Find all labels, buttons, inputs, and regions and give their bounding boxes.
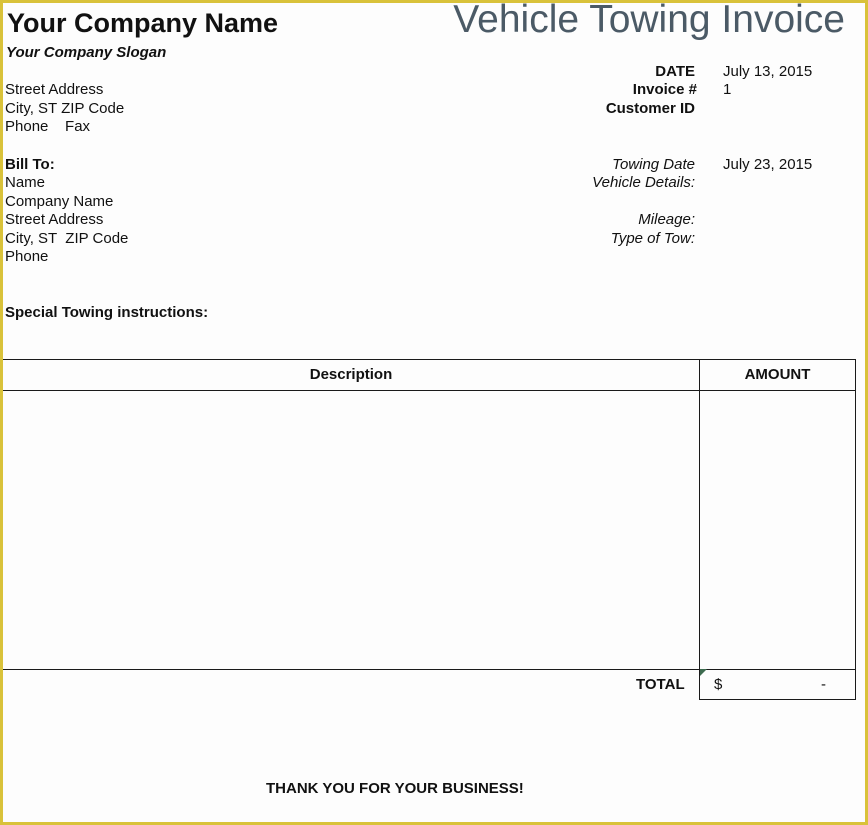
- date-value: July 13, 2015: [723, 63, 813, 80]
- invoice-number-label: Invoice #: [632, 81, 697, 98]
- bill-to-street: Street Address: [5, 211, 104, 228]
- total-bottom-border: [699, 699, 856, 700]
- type-of-tow-label: Type of Tow:: [610, 230, 695, 247]
- company-phone-fax: Phone Fax: [5, 118, 91, 135]
- description-header: Description: [309, 366, 393, 383]
- invoice-page: Your Company Name Your Company Slogan Ve…: [3, 0, 865, 822]
- company-street: Street Address: [5, 81, 104, 98]
- invoice-title: Vehicle Towing Invoice: [453, 0, 845, 41]
- invoice-number-value: 1: [723, 81, 732, 98]
- bill-to-city: City, ST ZIP Code: [5, 230, 129, 247]
- date-label: DATE: [655, 63, 695, 80]
- bill-to-company: Company Name: [5, 193, 114, 210]
- bill-to-name: Name: [5, 174, 46, 191]
- description-cell[interactable]: [3, 391, 699, 669]
- thank-you-message: THANK YOU FOR YOUR BUSINESS!: [266, 780, 524, 797]
- table-top-border: [3, 359, 855, 360]
- customer-id-label: Customer ID: [605, 100, 695, 117]
- total-value[interactable]: -: [821, 676, 826, 693]
- bill-to-phone: Phone: [5, 248, 49, 265]
- vehicle-details-label: Vehicle Details:: [592, 174, 695, 191]
- company-city: City, ST ZIP Code: [5, 100, 125, 117]
- table-bottom-border: [3, 669, 856, 670]
- company-slogan: Your Company Slogan: [6, 44, 167, 61]
- company-name: Your Company Name: [7, 8, 279, 38]
- amount-header: AMOUNT: [744, 366, 811, 383]
- towing-date-label: Towing Date: [612, 156, 695, 173]
- table-right-border: [855, 359, 856, 700]
- cell-comment-indicator-icon: [700, 669, 707, 676]
- special-instructions-label: Special Towing instructions:: [5, 304, 209, 321]
- mileage-label: Mileage:: [638, 211, 695, 228]
- total-label: TOTAL: [636, 676, 685, 693]
- total-currency: $: [714, 676, 723, 693]
- amount-cell[interactable]: [700, 391, 855, 669]
- towing-date-value: July 23, 2015: [723, 156, 813, 173]
- bill-to-label: Bill To:: [5, 156, 55, 173]
